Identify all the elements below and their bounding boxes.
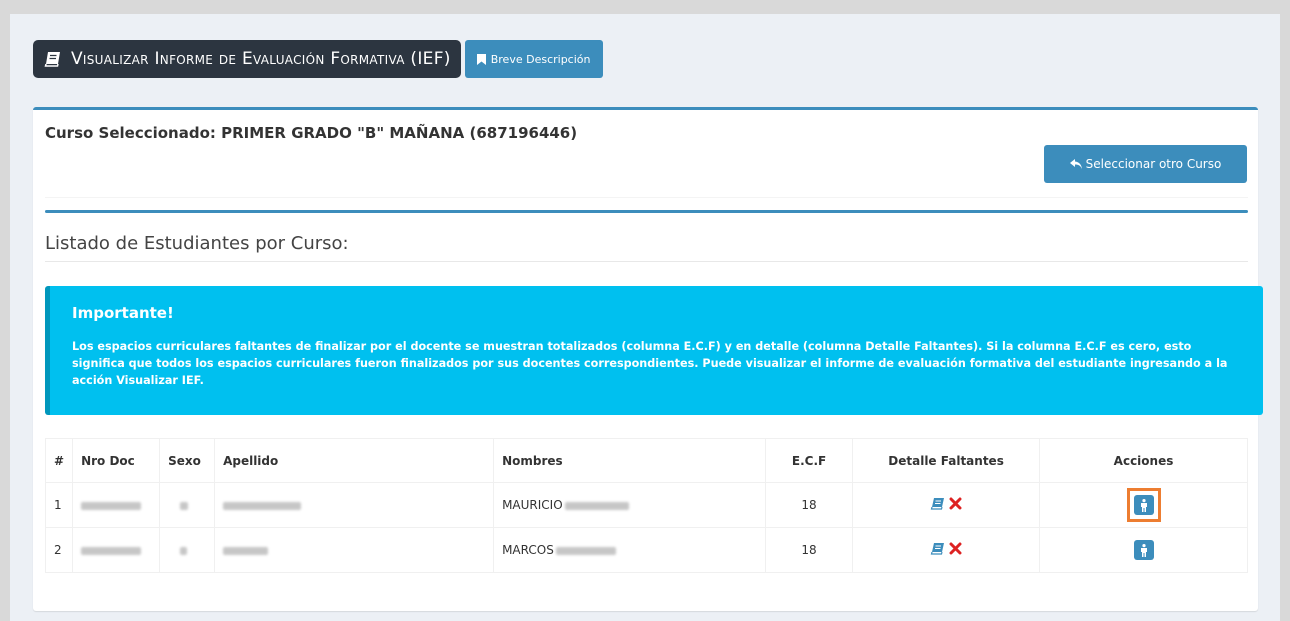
select-other-course-button[interactable]: Seleccionar otro Curso [1044, 145, 1247, 183]
table-row: 1 MAURICIO 18 [44, 482, 1248, 528]
header-row: Visualizar Informe de Evaluación Formati… [33, 40, 603, 78]
close-icon[interactable] [948, 497, 963, 510]
close-icon[interactable] [948, 542, 963, 555]
col-header-apellido: Apellido [214, 438, 495, 483]
col-header-nombres: Nombres [493, 438, 767, 483]
row-actions [1039, 527, 1248, 573]
course-box: Curso Seleccionado: PRIMER GRADO "B" MAÑ… [33, 107, 1263, 611]
callout-text: Los espacios curriculares faltantes de f… [72, 340, 1228, 387]
row-nombres: MAURICIO [493, 482, 767, 528]
divider [45, 210, 1248, 213]
row-nombres: MARCOS [493, 527, 767, 573]
row-actions [1039, 482, 1248, 528]
divider [45, 197, 1248, 198]
col-header-detalle-faltantes: Detalle Faltantes [852, 438, 1041, 483]
col-header-acciones: Acciones [1039, 438, 1248, 483]
person-icon [1140, 498, 1147, 512]
table-row: 2 MARCOS 18 [44, 527, 1248, 573]
visualize-ief-button[interactable] [1133, 495, 1154, 515]
callout-title: Importante! [72, 304, 174, 322]
select-other-course-label: Seleccionar otro Curso [1085, 157, 1222, 171]
student-list-heading: Listado de Estudiantes por Curso: [45, 233, 349, 254]
bookmark-icon [476, 53, 486, 65]
row-apellido-redacted [214, 527, 495, 573]
table-header-row: # Nro Doc Sexo Apellido Nombres E.C.F De… [44, 438, 1248, 483]
row-num: 1 [44, 482, 74, 528]
row-ecf: 18 [765, 527, 854, 573]
divider [45, 261, 1248, 262]
row-nro-doc-redacted [72, 527, 161, 573]
reply-arrow-icon [1069, 159, 1082, 169]
person-icon [1140, 543, 1147, 557]
book-icon [44, 52, 60, 67]
col-header-nro-doc: Nro Doc [72, 438, 161, 483]
row-ecf: 18 [765, 482, 854, 528]
col-header-sexo: Sexo [159, 438, 216, 483]
row-detail-faltantes [852, 527, 1041, 573]
row-nombres-text: MARCOS [502, 543, 554, 557]
book-icon[interactable] [930, 542, 945, 555]
col-header-ecf: E.C.F [765, 438, 854, 483]
row-sexo-redacted [159, 482, 216, 528]
visualize-ief-button[interactable] [1133, 540, 1154, 560]
row-nro-doc-redacted [72, 482, 161, 528]
row-sexo-redacted [159, 527, 216, 573]
row-apellido-redacted [214, 482, 495, 528]
description-button[interactable]: Breve Descripción [464, 40, 603, 78]
col-header-num: # [44, 438, 74, 483]
page-title: Visualizar Informe de Evaluación Formati… [33, 40, 461, 78]
description-button-label: Breve Descripción [490, 52, 591, 66]
highlight-box [1126, 488, 1161, 522]
selected-course-label: Curso Seleccionado: PRIMER GRADO "B" MAÑ… [45, 124, 578, 142]
book-icon[interactable] [930, 497, 945, 510]
row-detail-faltantes [852, 482, 1041, 528]
info-callout: Importante! Los espacios curriculares fa… [45, 286, 1263, 415]
page-title-text: Visualizar Informe de Evaluación Formati… [71, 49, 451, 69]
row-num: 2 [44, 527, 74, 573]
students-table: # Nro Doc Sexo Apellido Nombres E.C.F De… [44, 438, 1248, 573]
row-nombres-text: MAURICIO [502, 498, 563, 512]
